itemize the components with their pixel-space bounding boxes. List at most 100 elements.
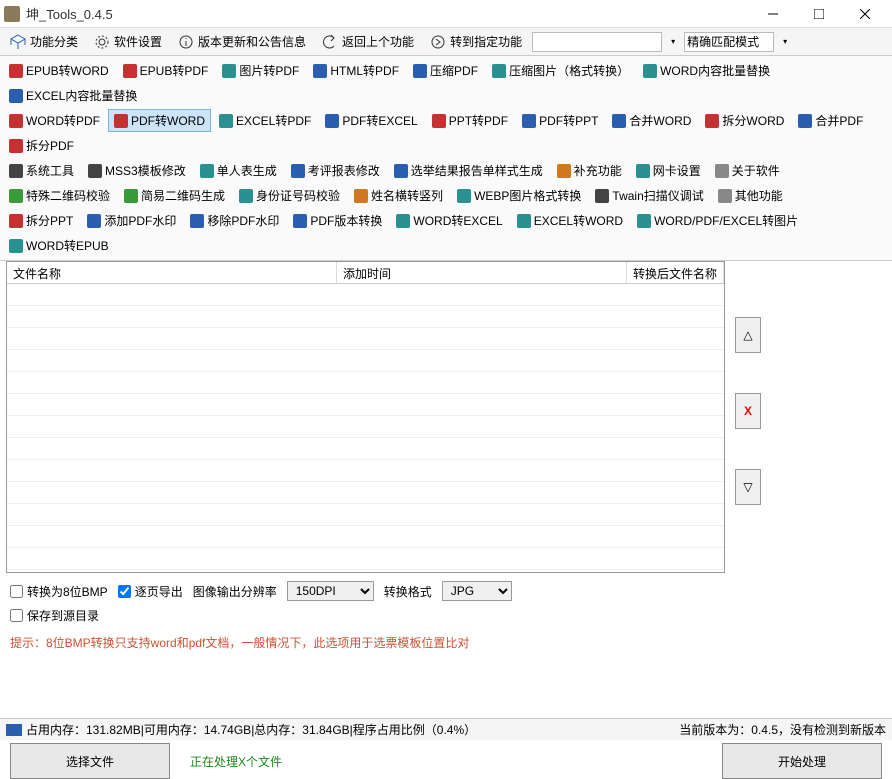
bmp8-checkbox[interactable]: 转换为8位BMP [10,583,108,600]
tool-考评报表修改[interactable]: 考评报表修改 [285,159,386,182]
tool-关于软件[interactable]: 关于软件 [709,159,786,182]
menu-update[interactable]: 版本更新和公告信息 [172,31,312,52]
col-filename[interactable]: 文件名称 [7,262,337,283]
menu-update-label: 版本更新和公告信息 [198,33,306,50]
tool-身份证号码校验[interactable]: 身份证号码校验 [233,184,346,207]
tool-WORD转EXCEL[interactable]: WORD转EXCEL [390,209,508,232]
tool-PDF转PPT[interactable]: PDF转PPT [516,109,604,132]
tool-拆分PPT[interactable]: 拆分PPT [3,209,79,232]
tool-EXCEL内容批量替换[interactable]: EXCEL内容批量替换 [3,84,143,107]
tool-label: 系统工具 [26,162,74,179]
tool-label: WORD转PDF [26,112,100,129]
file-table: 文件名称 添加时间 转换后文件名称 [7,262,724,572]
tool-EPUB转WORD[interactable]: EPUB转WORD [3,59,115,82]
minimize-button[interactable] [750,0,796,28]
fmt-select[interactable]: JPG [442,581,512,601]
goto-icon [430,34,446,50]
col-addtime[interactable]: 添加时间 [337,262,627,283]
table-row[interactable] [7,372,724,394]
tool-icon [87,214,101,228]
tool-label: 身份证号码校验 [256,187,340,204]
tool-添加PDF水印[interactable]: 添加PDF水印 [81,209,182,232]
tool-PDF转EXCEL[interactable]: PDF转EXCEL [319,109,423,132]
tool-简易二维码生成[interactable]: 简易二维码生成 [118,184,231,207]
menu-categorize[interactable]: 功能分类 [4,31,84,52]
remove-button[interactable]: X [735,393,761,429]
tool-图片转PDF[interactable]: 图片转PDF [216,59,305,82]
tool-压缩PDF[interactable]: 压缩PDF [407,59,484,82]
gear-icon [94,34,110,50]
tool-拆分WORD[interactable]: 拆分WORD [699,109,790,132]
savesrc-label: 保存到源目录 [27,607,99,624]
tool-补充功能[interactable]: 补充功能 [551,159,628,182]
tool-icon [394,164,408,178]
table-row[interactable] [7,306,724,328]
move-down-button[interactable]: ▽ [735,469,761,505]
menu-settings[interactable]: 软件设置 [88,31,168,52]
tool-其他功能[interactable]: 其他功能 [712,184,789,207]
table-row[interactable] [7,328,724,350]
dpi-select[interactable]: 150DPI [287,581,374,601]
table-row[interactable] [7,460,724,482]
tool-压缩图片（格式转换）[interactable]: 压缩图片（格式转换） [486,59,635,82]
tool-icon [522,114,536,128]
tool-WORD转EPUB[interactable]: WORD转EPUB [3,234,115,257]
tool-label: PDF转EXCEL [342,112,417,129]
cube-icon [10,34,26,50]
tool-Twain扫描仪调试[interactable]: Twain扫描仪调试 [589,184,709,207]
table-row[interactable] [7,284,724,306]
menu-goto[interactable]: 转到指定功能 [424,31,528,52]
function-search-input[interactable] [532,32,662,52]
tool-WORD转PDF[interactable]: WORD转PDF [3,109,106,132]
tool-PDF版本转换[interactable]: PDF版本转换 [287,209,388,232]
table-body[interactable] [7,284,724,572]
tool-EXCEL转WORD[interactable]: EXCEL转WORD [511,209,629,232]
start-button[interactable]: 开始处理 [722,743,882,779]
move-up-button[interactable]: △ [735,317,761,353]
tool-拆分PDF[interactable]: 拆分PDF [3,134,80,157]
match-mode-arrow[interactable]: ▾ [778,37,792,46]
tool-EPUB转PDF[interactable]: EPUB转PDF [117,59,215,82]
choose-file-button[interactable]: 选择文件 [10,743,170,779]
table-row[interactable] [7,394,724,416]
tool-icon [123,64,137,78]
tool-label: 拆分PDF [26,137,74,154]
tool-合并WORD[interactable]: 合并WORD [606,109,697,132]
tool-WEBP图片格式转换[interactable]: WEBP图片格式转换 [451,184,587,207]
tool-EXCEL转PDF[interactable]: EXCEL转PDF [213,109,317,132]
tool-MSS3模板修改[interactable]: MSS3模板修改 [82,159,192,182]
table-row[interactable] [7,548,724,570]
tool-合并PDF[interactable]: 合并PDF [792,109,869,132]
menu-back[interactable]: 返回上个功能 [316,31,420,52]
tool-WORD内容批量替换[interactable]: WORD内容批量替换 [637,59,776,82]
tool-特殊二维码校验[interactable]: 特殊二维码校验 [3,184,116,207]
tool-PDF转WORD[interactable]: PDF转WORD [108,109,211,132]
perpage-checkbox[interactable]: 逐页导出 [118,583,183,600]
tool-label: PDF转PPT [539,112,598,129]
tool-icon [124,189,138,203]
maximize-button[interactable] [796,0,842,28]
tool-WORD/PDF/EXCEL转图片[interactable]: WORD/PDF/EXCEL转图片 [631,209,804,232]
tool-单人表生成[interactable]: 单人表生成 [194,159,283,182]
search-dropdown-arrow[interactable]: ▾ [666,37,680,46]
table-row[interactable] [7,416,724,438]
table-row[interactable] [7,438,724,460]
close-button[interactable] [842,0,888,28]
table-row[interactable] [7,350,724,372]
table-row[interactable] [7,504,724,526]
tool-系统工具[interactable]: 系统工具 [3,159,80,182]
table-row[interactable] [7,526,724,548]
tool-选举结果报告单样式生成[interactable]: 选举结果报告单样式生成 [388,159,549,182]
tool-移除PDF水印[interactable]: 移除PDF水印 [184,209,285,232]
tool-label: 姓名横转竖列 [371,187,443,204]
col-converted[interactable]: 转换后文件名称 [627,262,724,283]
tool-label: 补充功能 [574,162,622,179]
tool-HTML转PDF[interactable]: HTML转PDF [307,59,405,82]
match-mode-dropdown[interactable]: 精确匹配模式 [684,32,774,52]
table-row[interactable] [7,482,724,504]
tool-网卡设置[interactable]: 网卡设置 [630,159,707,182]
tool-label: 关于软件 [732,162,780,179]
tool-PPT转PDF[interactable]: PPT转PDF [426,109,514,132]
tool-姓名横转竖列[interactable]: 姓名横转竖列 [348,184,449,207]
savesrc-checkbox[interactable]: 保存到源目录 [10,607,99,624]
